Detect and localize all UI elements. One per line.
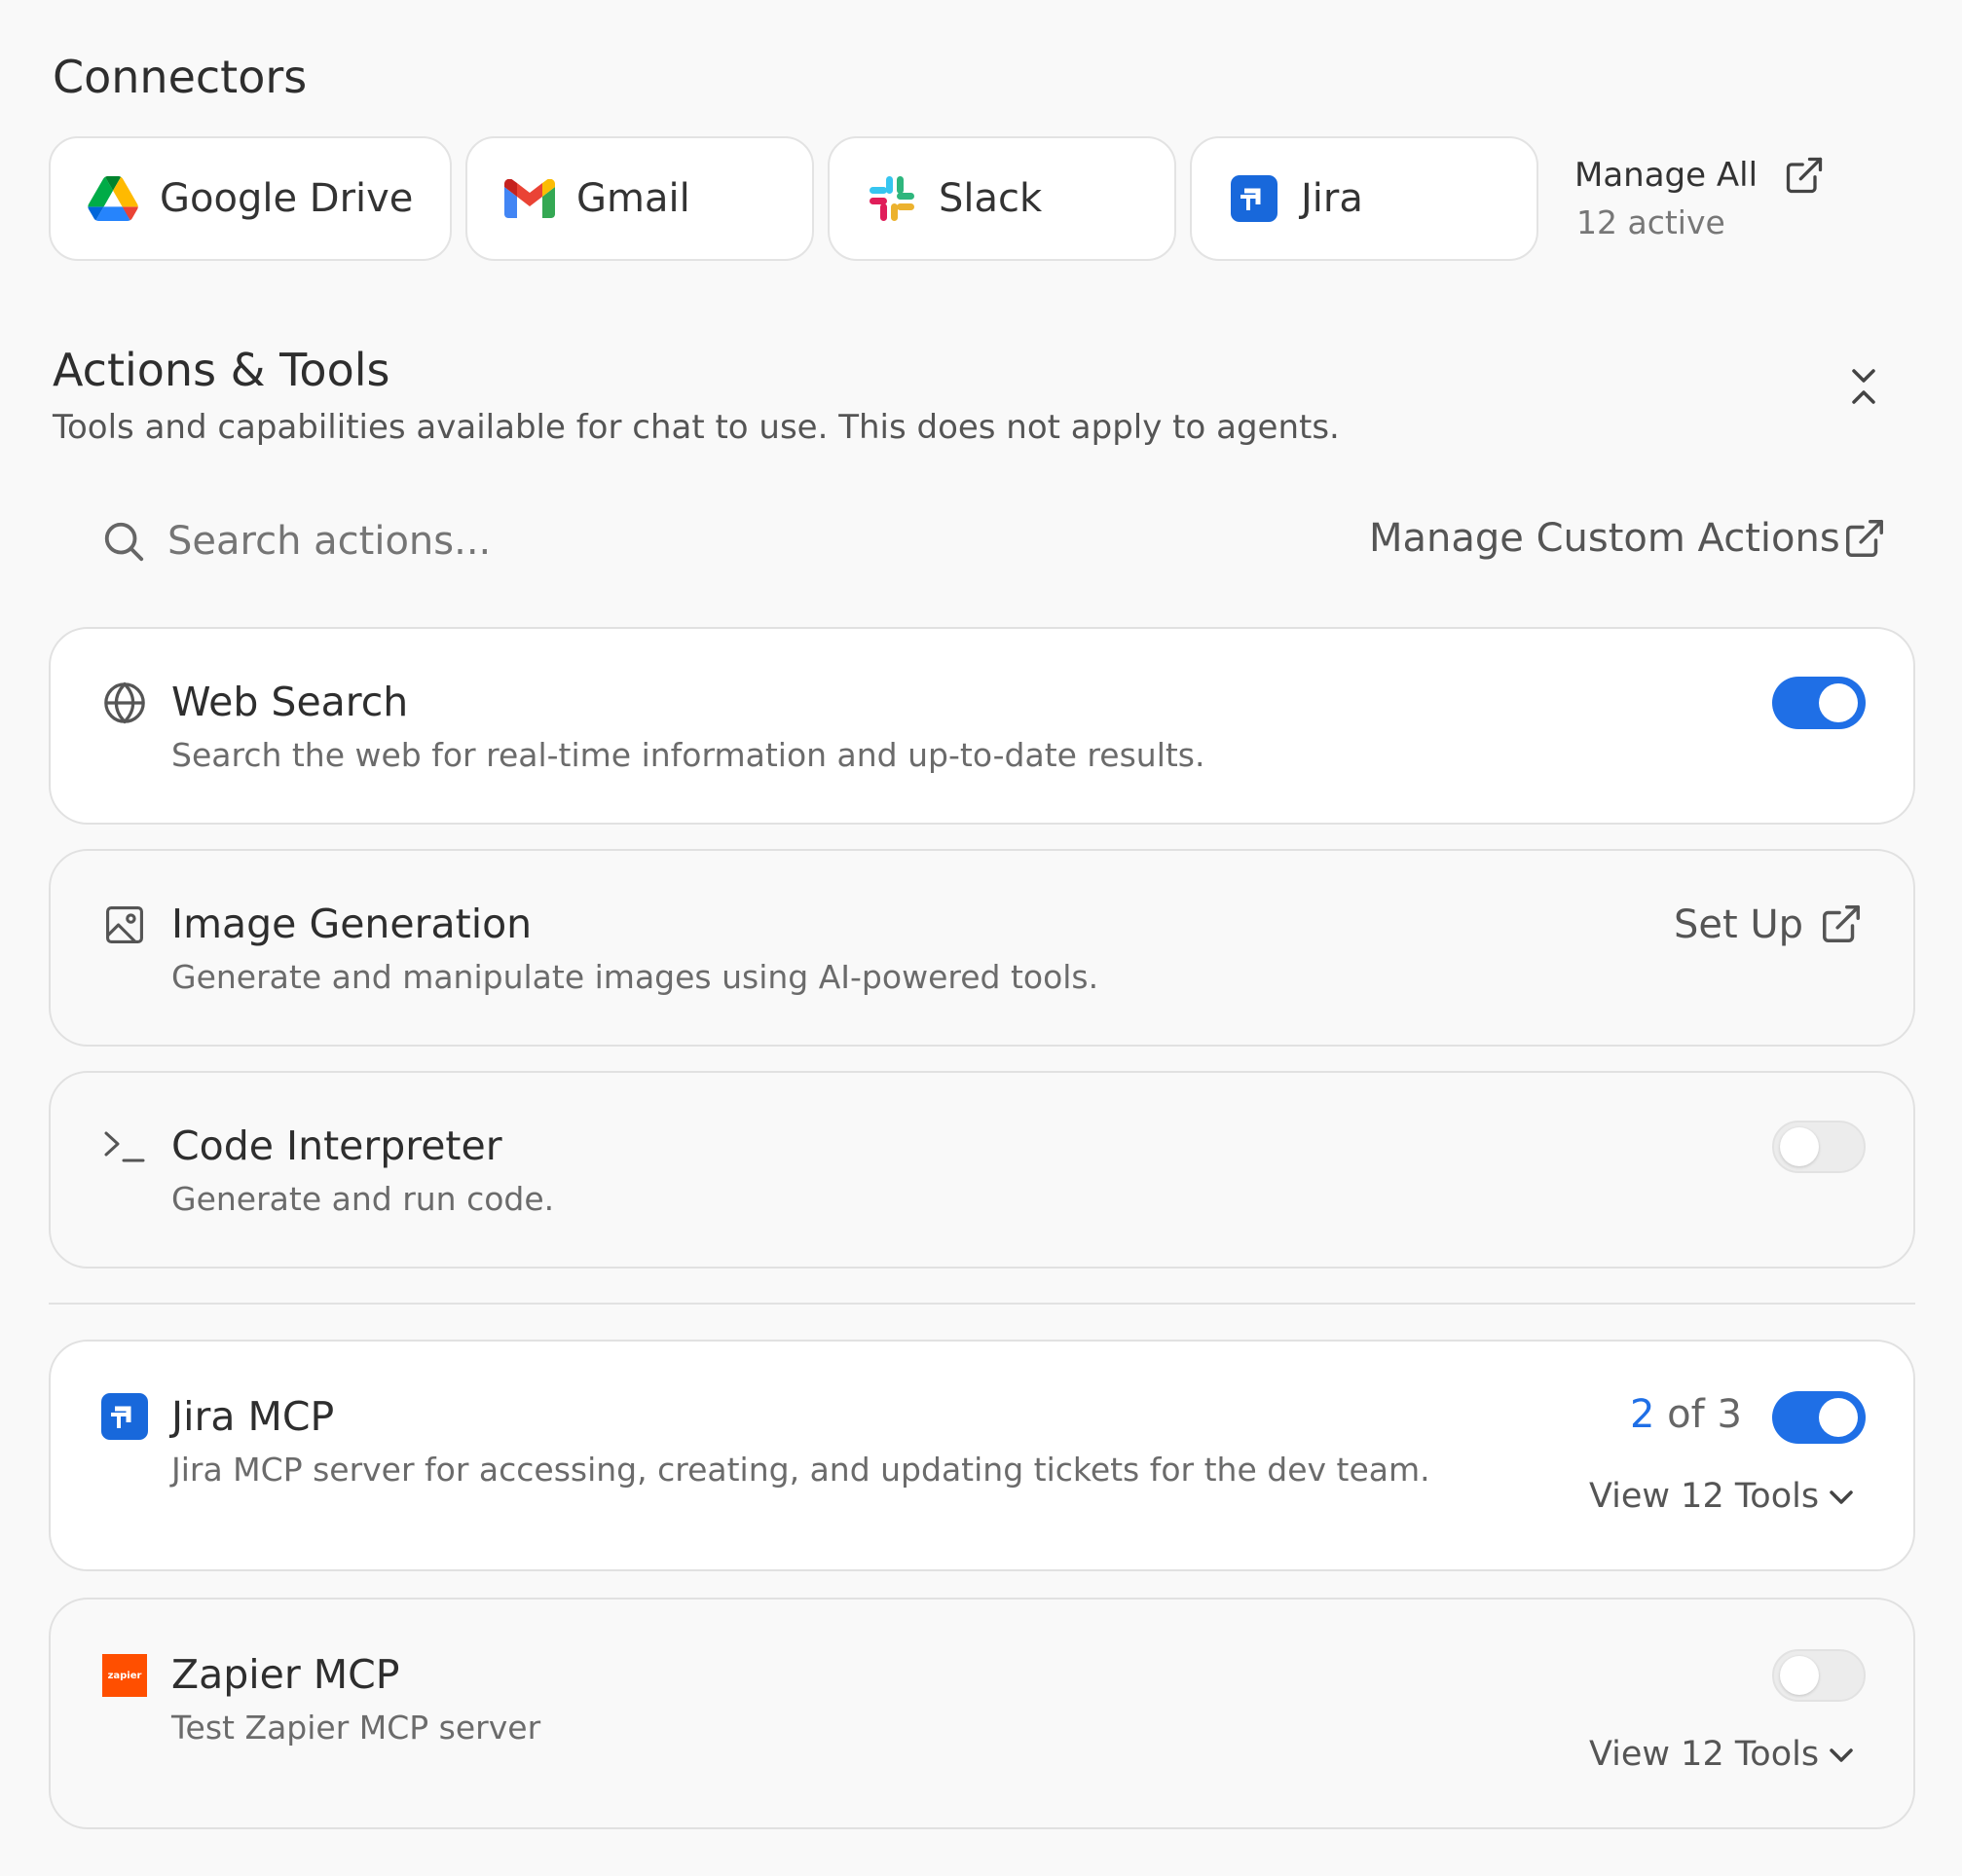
divider [49, 1303, 1915, 1305]
tool-card-code-interpreter: Code Interpreter Generate and run code. [49, 1071, 1915, 1269]
terminal-icon [101, 1123, 148, 1170]
mcp-card-zapier: zapier Zapier MCP Test Zapier MCP server… [49, 1598, 1915, 1829]
connectors-title: Connectors [53, 51, 308, 103]
tool-title: Code Interpreter [171, 1122, 502, 1169]
code-interpreter-toggle[interactable] [1772, 1121, 1866, 1173]
chevron-down-icon[interactable] [1825, 1483, 1858, 1516]
mcp-description: Jira MCP server for accessing, creating,… [171, 1451, 1430, 1489]
zapier-mcp-toggle[interactable] [1772, 1649, 1866, 1702]
jira-mcp-toggle[interactable] [1772, 1391, 1866, 1444]
manage-all-link[interactable]: Manage All [1574, 156, 1758, 195]
image-generation-setup-link[interactable]: Set Up [1674, 902, 1803, 947]
external-link-icon[interactable] [1783, 154, 1826, 201]
tool-description: Search the web for real-time information… [171, 736, 1205, 774]
tool-card-image-generation: Image Generation Generate and manipulate… [49, 849, 1915, 1047]
search-input[interactable] [167, 512, 849, 570]
image-icon [101, 901, 148, 948]
connectors-active-count: 12 active [1576, 203, 1725, 241]
search-icon [101, 519, 146, 568]
connector-label: Slack [939, 176, 1043, 221]
external-link-icon[interactable] [1819, 901, 1864, 950]
connector-label: Gmail [576, 176, 690, 221]
gmail-icon [504, 173, 555, 224]
connector-google-drive[interactable]: Google Drive [49, 136, 452, 261]
connector-gmail[interactable]: Gmail [465, 136, 814, 261]
view-tools-button[interactable]: View 12 Tools [1589, 1477, 1819, 1516]
manage-custom-actions-link[interactable]: Manage Custom Actions [1369, 516, 1840, 561]
actions-subtitle: Tools and capabilities available for cha… [53, 408, 1340, 447]
tool-description: Generate and manipulate images using AI-… [171, 958, 1099, 996]
mcp-title: Jira MCP [171, 1393, 335, 1440]
chevron-down-icon[interactable] [1825, 1741, 1858, 1774]
zapier-icon: zapier [101, 1652, 148, 1699]
mcp-description: Test Zapier MCP server [171, 1709, 541, 1747]
mcp-title: Zapier MCP [171, 1651, 400, 1698]
tool-title: Web Search [171, 679, 409, 725]
jira-icon [101, 1393, 148, 1440]
external-link-icon[interactable] [1842, 516, 1887, 565]
google-drive-icon [88, 173, 138, 224]
globe-icon [101, 680, 148, 726]
connector-slack[interactable]: Slack [828, 136, 1176, 261]
web-search-toggle[interactable] [1772, 677, 1866, 729]
jira-icon [1229, 173, 1279, 224]
collapse-icon[interactable] [1844, 365, 1883, 412]
enabled-tools-count: 2 of 3 [1630, 1392, 1742, 1437]
tool-title: Image Generation [171, 901, 533, 947]
actions-title: Actions & Tools [53, 344, 390, 396]
connector-label: Google Drive [160, 176, 414, 221]
connector-label: Jira [1301, 176, 1363, 221]
slack-icon [867, 173, 917, 224]
view-tools-button[interactable]: View 12 Tools [1589, 1735, 1819, 1774]
tool-description: Generate and run code. [171, 1180, 555, 1218]
connector-jira[interactable]: Jira [1190, 136, 1538, 261]
tool-card-web-search: Web Search Search the web for real-time … [49, 627, 1915, 825]
mcp-card-jira: Jira MCP Jira MCP server for accessing, … [49, 1340, 1915, 1571]
